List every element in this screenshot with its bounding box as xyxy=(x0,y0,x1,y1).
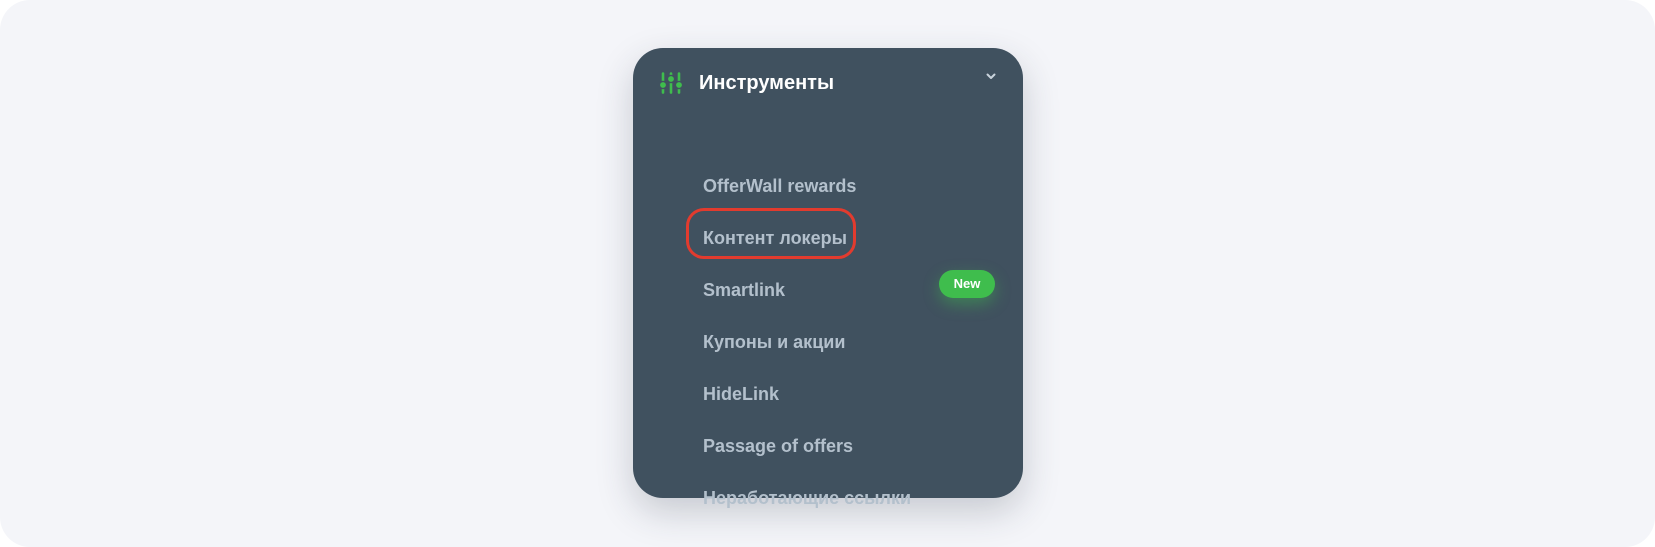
tools-menu-header[interactable]: Инструменты xyxy=(633,48,1023,118)
menu-item-offerwall-rewards[interactable]: OfferWall rewards xyxy=(633,163,1023,215)
menu-title: Инструменты xyxy=(699,72,835,94)
menu-item-content-lockers[interactable]: Контент локеры xyxy=(633,208,1023,267)
menu-item-label: Купоны и акции xyxy=(703,332,846,352)
menu-item-label: Неработающие ссылки xyxy=(703,488,912,508)
menu-item-smartlink[interactable]: Smartlink New xyxy=(633,267,1023,319)
menu-item-label: Smartlink xyxy=(703,280,786,300)
menu-item-passage-of-offers[interactable]: Passage of offers xyxy=(633,423,1023,475)
menu-item-label: Passage of offers xyxy=(703,436,854,456)
new-badge: New xyxy=(939,270,995,298)
chevron-down-icon[interactable] xyxy=(984,69,998,83)
tools-menu-panel: Инструменты OfferWall rewards Контент ло… xyxy=(633,48,1023,508)
page-background: Инструменты OfferWall rewards Контент ло… xyxy=(0,0,1655,547)
menu-item-coupons[interactable]: Купоны и акции xyxy=(633,319,1023,371)
sliders-icon xyxy=(658,72,684,94)
menu-item-broken-links[interactable]: Неработающие ссылки xyxy=(633,475,1023,527)
menu-item-label: OfferWall rewards xyxy=(703,176,857,196)
menu-item-label: Контент локеры xyxy=(703,228,847,248)
menu-item-label: HideLink xyxy=(703,384,780,404)
tools-menu-list: OfferWall rewards Контент локеры Smartli… xyxy=(633,163,1023,527)
menu-item-hidelink[interactable]: HideLink xyxy=(633,371,1023,423)
